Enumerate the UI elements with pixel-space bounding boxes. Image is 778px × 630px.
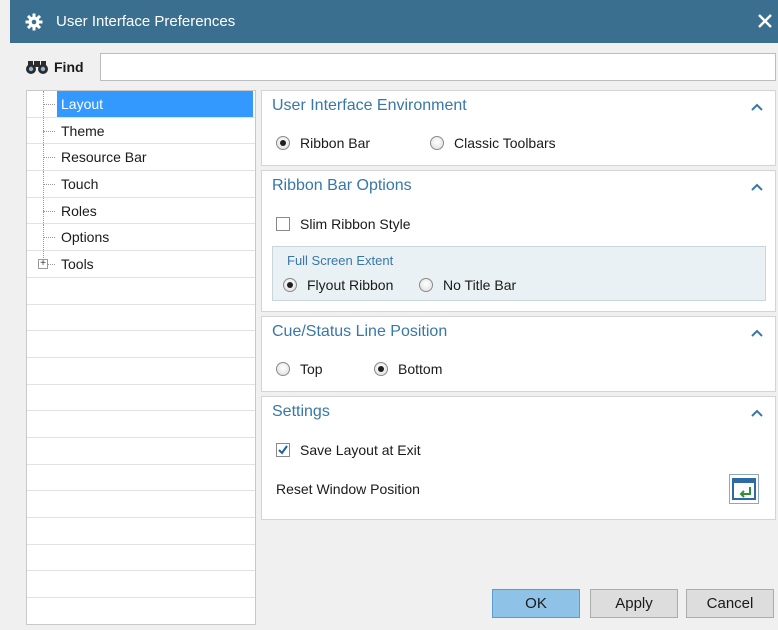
- tree-branch: [43, 104, 55, 105]
- reset-window-position-button[interactable]: [729, 474, 759, 504]
- tree-empty-row: [27, 545, 255, 572]
- radio-label: Ribbon Bar: [300, 135, 371, 151]
- tree-item-roles[interactable]: Roles: [27, 197, 255, 225]
- radio-no-title-bar[interactable]: No Title Bar: [419, 277, 516, 293]
- tree-empty-row: [27, 571, 255, 599]
- collapse-chevron-icon[interactable]: [749, 325, 765, 341]
- radio-dot: [276, 362, 290, 376]
- tree-empty-row: [27, 438, 255, 465]
- cancel-button[interactable]: Cancel: [686, 589, 774, 618]
- checkbox-label: Save Layout at Exit: [300, 442, 421, 458]
- tree-item-resource-bar[interactable]: Resource Bar: [27, 144, 255, 172]
- tree-empty-row: [27, 385, 255, 412]
- tree-empty-row: [27, 278, 255, 305]
- checkbox-label: Slim Ribbon Style: [300, 216, 411, 232]
- radio-label: Classic Toolbars: [454, 135, 556, 151]
- section-title: Ribbon Bar Options: [272, 177, 412, 194]
- section-cue-status-line: Cue/Status Line Position Top Bottom: [261, 316, 776, 392]
- options-pane: User Interface Environment Ribbon Bar Cl…: [259, 90, 776, 625]
- radio-dot: [283, 278, 297, 292]
- tree-item-label: Resource Bar: [61, 149, 147, 166]
- radio-dot: [430, 136, 444, 150]
- reset-window-position-label: Reset Window Position: [276, 481, 420, 497]
- tree-item-label: Layout: [57, 91, 253, 117]
- checkbox-slim-ribbon[interactable]: Slim Ribbon Style: [276, 216, 411, 232]
- find-input[interactable]: [100, 53, 776, 81]
- tree-item-label: Options: [61, 229, 110, 246]
- apply-button[interactable]: Apply: [590, 589, 678, 618]
- tree-empty-row: [27, 358, 255, 385]
- radio-flyout-ribbon[interactable]: Flyout Ribbon: [283, 277, 393, 293]
- tree-item-options[interactable]: Options: [27, 224, 255, 252]
- category-tree: Layout Theme Resource Bar Touch Roles Options…: [26, 90, 256, 625]
- section-title: User Interface Environment: [272, 97, 467, 114]
- section-ui-environment: User Interface Environment Ribbon Bar Cl…: [261, 90, 776, 166]
- tree-item-label: Touch: [61, 176, 99, 193]
- section-ribbon-bar-options: Ribbon Bar Options Slim Ribbon Style Ful…: [261, 170, 776, 312]
- binoculars-icon: [24, 58, 52, 76]
- tree-empty-row: [27, 518, 255, 545]
- radio-label: No Title Bar: [443, 277, 517, 293]
- checkbox-box: [276, 443, 290, 457]
- radio-top[interactable]: Top: [276, 361, 323, 377]
- tree-branch: [43, 210, 55, 212]
- collapse-chevron-icon[interactable]: [749, 405, 765, 421]
- radio-label: Flyout Ribbon: [307, 277, 394, 293]
- section-title: Cue/Status Line Position: [272, 323, 448, 340]
- radio-ribbon-bar[interactable]: Ribbon Bar: [276, 135, 370, 151]
- title-bar: User Interface Preferences: [10, 0, 778, 43]
- group-title: Full Screen Extent: [287, 253, 394, 268]
- radio-dot: [419, 278, 433, 292]
- ok-button[interactable]: OK: [492, 589, 580, 618]
- tree-empty-row: [27, 465, 255, 492]
- collapse-chevron-icon[interactable]: [749, 99, 765, 115]
- tree-empty-row: [27, 411, 255, 438]
- reset-window-icon: [732, 478, 756, 500]
- tree-item-label: Theme: [61, 122, 105, 139]
- expand-plus-icon[interactable]: +: [38, 259, 48, 270]
- tree-item-tools[interactable]: + Tools: [27, 251, 255, 278]
- checkmark-icon: [278, 445, 288, 455]
- checkbox-save-layout[interactable]: Save Layout at Exit: [276, 442, 421, 458]
- tree-branch: [43, 130, 55, 132]
- tree-empty-row: [27, 305, 255, 332]
- tree-empty-row: [27, 598, 255, 624]
- section-settings: Settings Save Layout at Exit Reset Windo…: [261, 396, 776, 520]
- find-row: Find: [24, 53, 776, 81]
- tree-item-touch[interactable]: Touch: [27, 171, 255, 198]
- checkbox-box: [276, 217, 290, 231]
- preferences-dialog: Find Layout Theme Resource Bar Touch Roles Op…: [10, 43, 778, 630]
- window-title: User Interface Preferences: [56, 13, 236, 30]
- tree-item-label: Tools: [61, 256, 94, 273]
- radio-classic-toolbars[interactable]: Classic Toolbars: [430, 135, 556, 151]
- tree-branch: [43, 237, 55, 239]
- radio-dot: [276, 136, 290, 150]
- radio-bottom[interactable]: Bottom: [374, 361, 442, 377]
- tree-item-layout[interactable]: Layout: [27, 91, 255, 118]
- collapse-chevron-icon[interactable]: [749, 179, 765, 195]
- tree-empty-row: [27, 491, 255, 518]
- tree-item-theme[interactable]: Theme: [27, 117, 255, 145]
- full-screen-extent-group: Full Screen Extent Flyout Ribbon No Titl…: [272, 246, 766, 301]
- gear-icon: [24, 12, 44, 32]
- radio-label: Top: [300, 361, 323, 377]
- section-title: Settings: [272, 403, 330, 420]
- tree-branch: [43, 184, 55, 186]
- radio-dot: [374, 362, 388, 376]
- close-icon[interactable]: [752, 8, 778, 34]
- tree-item-label: Roles: [61, 202, 97, 219]
- tree-branch: [43, 157, 55, 159]
- find-label: Find: [54, 59, 84, 75]
- radio-label: Bottom: [398, 361, 443, 377]
- tree-empty-row: [27, 331, 255, 358]
